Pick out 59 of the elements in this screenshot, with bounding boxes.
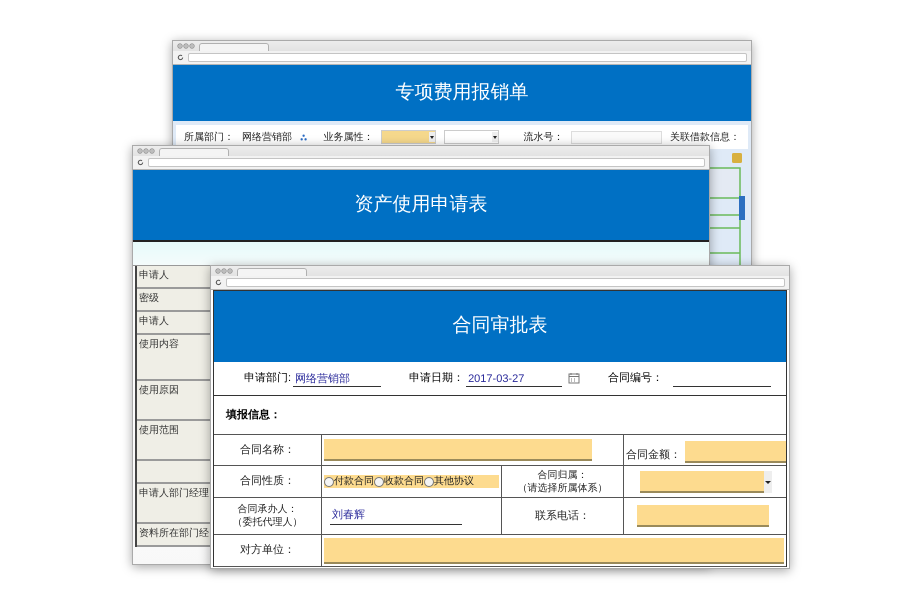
- row-label: 申请人: [137, 266, 213, 289]
- field-label: 对方单位：: [240, 542, 295, 558]
- field-label: 合同承办人：: [238, 503, 298, 516]
- browser-tab[interactable]: [159, 148, 229, 156]
- field-label: 合同名称：: [240, 442, 295, 458]
- row-label: 申请人: [137, 312, 213, 335]
- form-title: 专项费用报销单: [396, 80, 528, 105]
- dropdown-icon[interactable]: [764, 470, 772, 492]
- select-field[interactable]: [381, 130, 436, 144]
- field-label: 合同性质：: [240, 474, 295, 490]
- row-label: 密级: [137, 289, 213, 312]
- browser-tab[interactable]: [237, 268, 307, 276]
- select-field[interactable]: [444, 130, 500, 144]
- dropdown-icon[interactable]: [492, 132, 498, 142]
- field-label: 合同编号：: [608, 371, 664, 386]
- row-label: 使用范围: [137, 421, 213, 461]
- input-field[interactable]: [685, 441, 786, 463]
- radio-label[interactable]: 其他协议: [434, 475, 474, 488]
- field-label: 合同金额：: [626, 448, 681, 462]
- input-field[interactable]: [324, 538, 784, 564]
- select-field[interactable]: [640, 470, 772, 492]
- radio-button[interactable]: [324, 476, 334, 486]
- field-label: 流水号：: [523, 130, 564, 144]
- field-label: 合同归属：: [538, 468, 588, 482]
- input-field[interactable]: [637, 505, 769, 527]
- calendar-icon[interactable]: [568, 372, 580, 384]
- input-field[interactable]: 刘春辉: [330, 507, 462, 525]
- reload-icon[interactable]: [177, 54, 184, 61]
- field-label: 所属部门：: [184, 130, 234, 144]
- radio-label[interactable]: 收款合同: [384, 475, 424, 488]
- field-label: 业务属性：: [323, 130, 374, 144]
- field-label: （委托代理人）: [232, 516, 302, 529]
- dropdown-icon[interactable]: [429, 132, 436, 142]
- input-field[interactable]: 2017-03-27: [466, 370, 562, 387]
- row-label: 使用内容: [137, 335, 213, 381]
- field-value: 网络营销部: [242, 130, 292, 144]
- form-title: 资产使用申请表: [354, 192, 488, 217]
- field-label: 联系电话：: [535, 508, 590, 524]
- field-label: （请选择所属体系）: [518, 482, 608, 494]
- form-title: 合同审批表: [452, 314, 548, 338]
- browser-tab[interactable]: [199, 43, 269, 51]
- row-label: 资料所在部门经: [137, 524, 213, 547]
- window-controls-icon[interactable]: [137, 148, 155, 154]
- reload-icon[interactable]: [215, 279, 222, 286]
- section-title: 填报信息：: [226, 408, 281, 423]
- window-controls-icon[interactable]: [215, 268, 233, 274]
- reload-icon[interactable]: [137, 159, 144, 166]
- input-field[interactable]: 网络营销部: [293, 370, 382, 387]
- row-label: 使用原因: [137, 381, 213, 421]
- radio-button[interactable]: [374, 476, 384, 486]
- people-icon[interactable]: [300, 132, 308, 142]
- field-label: 关联借款信息：: [670, 130, 740, 144]
- radio-button[interactable]: [424, 476, 434, 486]
- input-field[interactable]: [324, 439, 592, 461]
- row-label: 申请人部门经理: [137, 484, 213, 524]
- field-label: 申请部门:: [244, 370, 292, 386]
- radio-label[interactable]: 付款合同: [334, 475, 374, 488]
- window-controls-icon[interactable]: [177, 43, 195, 49]
- field-label: 申请日期：: [409, 371, 464, 386]
